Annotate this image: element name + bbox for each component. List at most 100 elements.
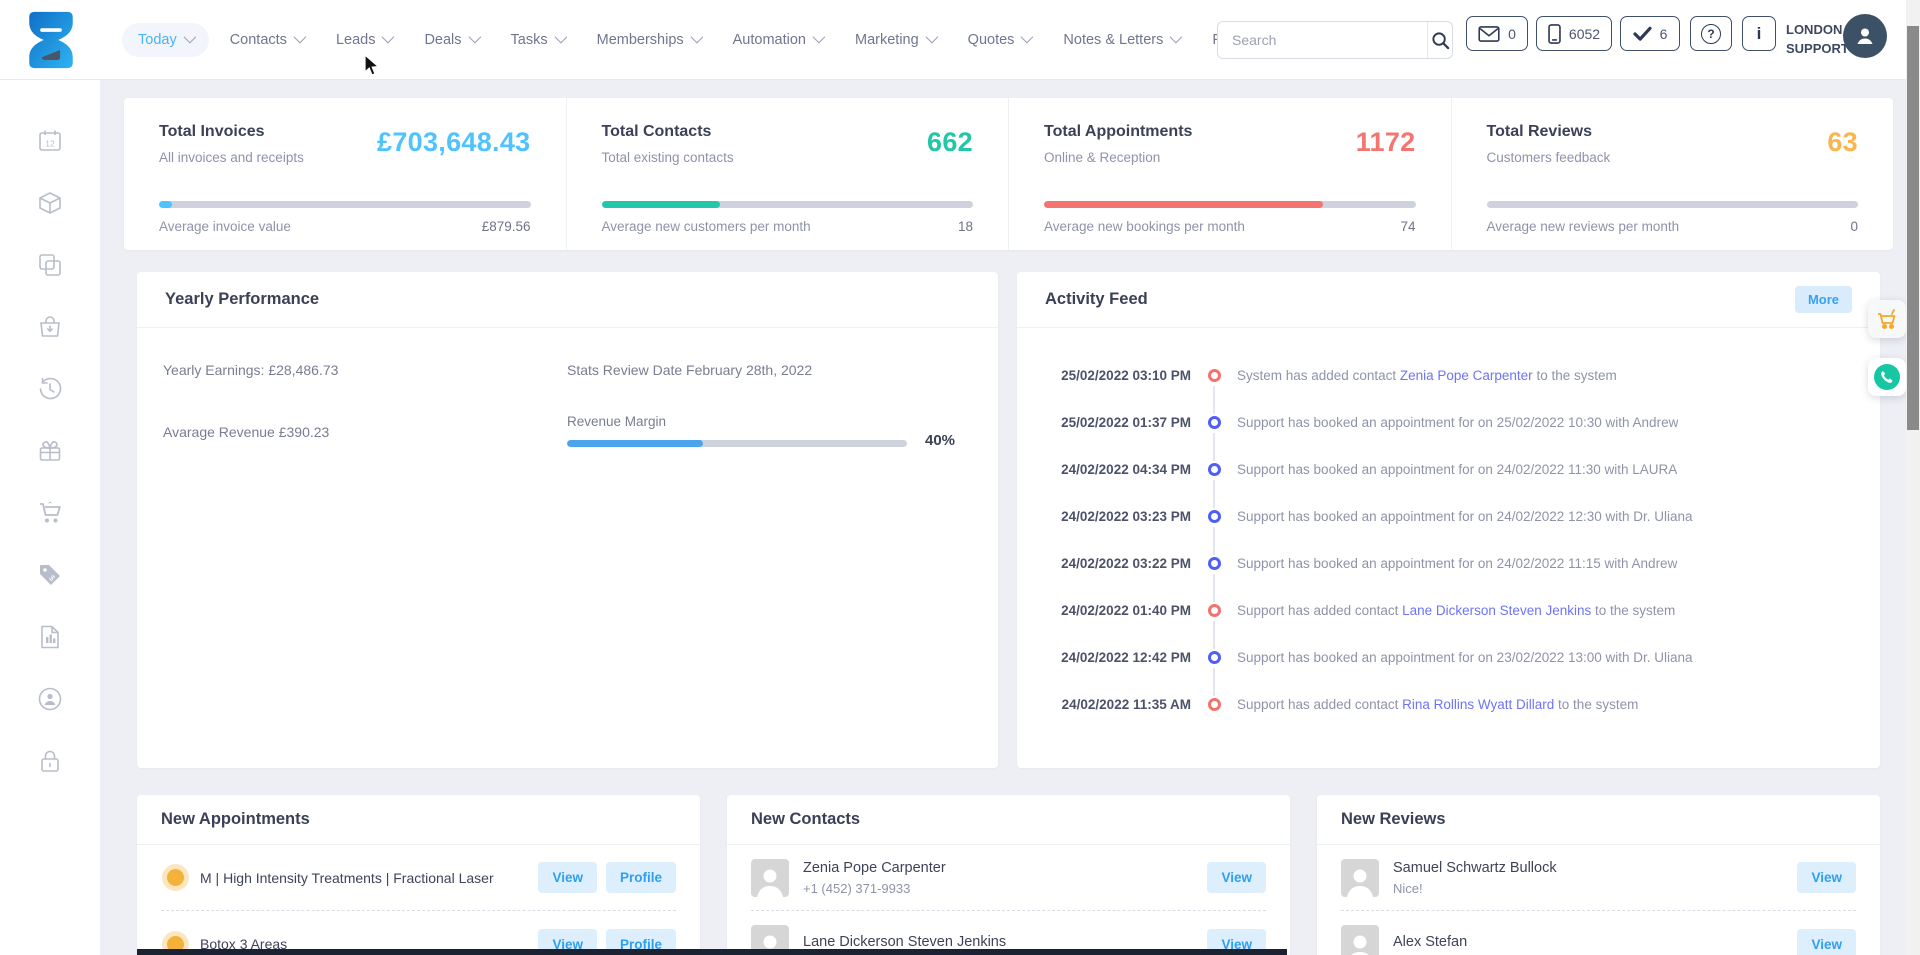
scrollbar-track[interactable]: [1906, 0, 1920, 955]
nav-leads[interactable]: Leads: [324, 23, 404, 57]
dashboard-screen: Today Contacts Leads Deals Tasks Members…: [0, 0, 1920, 955]
feed-contact-link[interactable]: Zenia Pope Carpenter: [1400, 368, 1533, 383]
contact-avatar: [751, 859, 789, 897]
contact-name: Zenia Pope Carpenter: [803, 860, 1198, 876]
feed-text: Support has booked an appointment for on…: [1237, 509, 1693, 524]
search-icon: [1431, 31, 1450, 50]
location-label: LONDON SUPPORT: [1786, 21, 1849, 59]
new-appointments-panel: New Appointments M | High Intensity Trea…: [137, 795, 700, 955]
feed-text: Support has booked an appointment for on…: [1237, 462, 1677, 477]
stat-card-total-contacts: Total Contacts Total existing contacts 6…: [566, 98, 1009, 250]
activity-feed-list: 25/02/2022 03:10 PM System has added con…: [1017, 328, 1880, 728]
chevron-down-icon: [1021, 31, 1034, 44]
chevron-down-icon: [382, 31, 395, 44]
contact-name: Lane Dickerson Steven Jenkins: [803, 934, 1198, 950]
help-button[interactable]: ?: [1690, 16, 1732, 51]
phone-count: 6052: [1569, 26, 1600, 42]
feed-timestamp: 24/02/2022 03:23 PM: [1041, 509, 1191, 524]
feed-dot-icon: [1208, 604, 1221, 617]
card-value: 662: [927, 127, 973, 158]
feed-dot-icon: [1208, 557, 1221, 570]
cart-icon: [1875, 307, 1899, 331]
view-button[interactable]: View: [1797, 862, 1856, 893]
more-button[interactable]: More: [1795, 286, 1852, 313]
progress-bar: [1487, 201, 1859, 208]
yearly-performance-panel: Yearly Performance Yearly Earnings: £28,…: [137, 272, 998, 768]
feed-text: Support has added contact Rina Rollins W…: [1237, 697, 1638, 712]
feed-row: 24/02/2022 03:22 PM Support has booked a…: [1041, 540, 1854, 587]
report-icon[interactable]: [36, 623, 64, 651]
search-button[interactable]: [1427, 22, 1452, 58]
nav-tasks-label: Tasks: [511, 32, 548, 48]
new-appointments-title: New Appointments: [161, 810, 310, 829]
card-title: Total Appointments: [1044, 123, 1192, 141]
package-icon[interactable]: [36, 189, 64, 217]
nav-today[interactable]: Today: [122, 23, 209, 57]
nav-leads-label: Leads: [336, 32, 376, 48]
mail-count: 0: [1508, 26, 1516, 42]
nav-deals[interactable]: Deals: [412, 23, 489, 57]
phone-icon: [1874, 364, 1900, 390]
feed-timestamp: 25/02/2022 01:37 PM: [1041, 415, 1191, 430]
gift-icon[interactable]: [36, 437, 64, 465]
check-count: 6: [1660, 26, 1668, 42]
mail-badge-button[interactable]: 0: [1466, 16, 1528, 51]
card-footer-value: 18: [958, 219, 973, 234]
nav-notes-letters[interactable]: Notes & Letters: [1051, 23, 1191, 57]
price-tag-icon[interactable]: $: [36, 561, 64, 589]
chevron-down-icon: [183, 31, 196, 44]
calendar-icon[interactable]: 12: [36, 127, 64, 155]
nav-tasks[interactable]: Tasks: [499, 23, 576, 57]
lock-icon[interactable]: [36, 747, 64, 775]
history-icon[interactable]: [36, 375, 64, 403]
person-silhouette-icon: [1345, 865, 1375, 897]
card-title: Total Contacts: [602, 123, 734, 141]
sidebar: 12 $: [0, 80, 100, 955]
view-button[interactable]: View: [538, 862, 597, 893]
floating-cart-button[interactable]: [1868, 300, 1906, 338]
chevron-down-icon: [1170, 31, 1183, 44]
average-revenue: Avarage Revenue £390.23: [163, 424, 329, 440]
feed-dot-icon: [1208, 510, 1221, 523]
phone-badge-button[interactable]: 6052: [1536, 16, 1612, 51]
floating-phone-button[interactable]: [1868, 358, 1906, 396]
card-value: £703,648.43: [377, 127, 530, 158]
appointment-row: M | High Intensity Treatments | Fraction…: [161, 845, 676, 911]
feed-contact-link[interactable]: Rina Rollins Wyatt Dillard: [1402, 697, 1554, 712]
feed-text: Support has added contact Lane Dickerson…: [1237, 603, 1675, 618]
feed-timestamp: 24/02/2022 11:35 AM: [1041, 697, 1191, 712]
feed-dot-icon: [1208, 651, 1221, 664]
stat-card-total-reviews: Total Reviews Customers feedback 63 Aver…: [1451, 98, 1894, 250]
nav-quotes[interactable]: Quotes: [956, 23, 1043, 57]
search-input[interactable]: [1218, 32, 1427, 48]
view-button[interactable]: View: [1207, 862, 1266, 893]
nav-marketing[interactable]: Marketing: [843, 23, 947, 57]
card-subtitle: Customers feedback: [1487, 150, 1611, 165]
nav-marketing-label: Marketing: [855, 32, 919, 48]
chevron-down-icon: [925, 31, 938, 44]
nav-quotes-label: Quotes: [968, 32, 1015, 48]
review-note: Nice!: [1393, 881, 1788, 896]
new-contacts-title: New Contacts: [751, 810, 860, 829]
nav-contacts[interactable]: Contacts: [218, 23, 315, 57]
tasks-badge-button[interactable]: 6: [1620, 16, 1680, 51]
user-avatar[interactable]: [1843, 14, 1887, 58]
support-person-icon[interactable]: [36, 685, 64, 713]
chevron-down-icon: [293, 31, 306, 44]
nav-memberships[interactable]: Memberships: [585, 23, 712, 57]
shopping-bag-icon[interactable]: [36, 313, 64, 341]
cart-icon[interactable]: [36, 499, 64, 527]
topbar: Today Contacts Leads Deals Tasks Members…: [0, 0, 1920, 80]
nav-contacts-label: Contacts: [230, 32, 287, 48]
nav-automation[interactable]: Automation: [721, 23, 834, 57]
copy-icon[interactable]: [36, 251, 64, 279]
feed-row: 25/02/2022 03:10 PM System has added con…: [1041, 352, 1854, 399]
review-row: Samuel Schwartz Bullock Nice! View: [1341, 845, 1856, 911]
feed-contact-link[interactable]: Lane Dickerson Steven Jenkins: [1402, 603, 1591, 618]
card-subtitle: All invoices and receipts: [159, 150, 304, 165]
info-button[interactable]: i: [1742, 16, 1776, 51]
view-button[interactable]: View: [1797, 929, 1856, 955]
scrollbar-thumb[interactable]: [1907, 26, 1919, 430]
profile-button[interactable]: Profile: [606, 862, 676, 893]
revenue-margin-bar: [567, 440, 907, 447]
